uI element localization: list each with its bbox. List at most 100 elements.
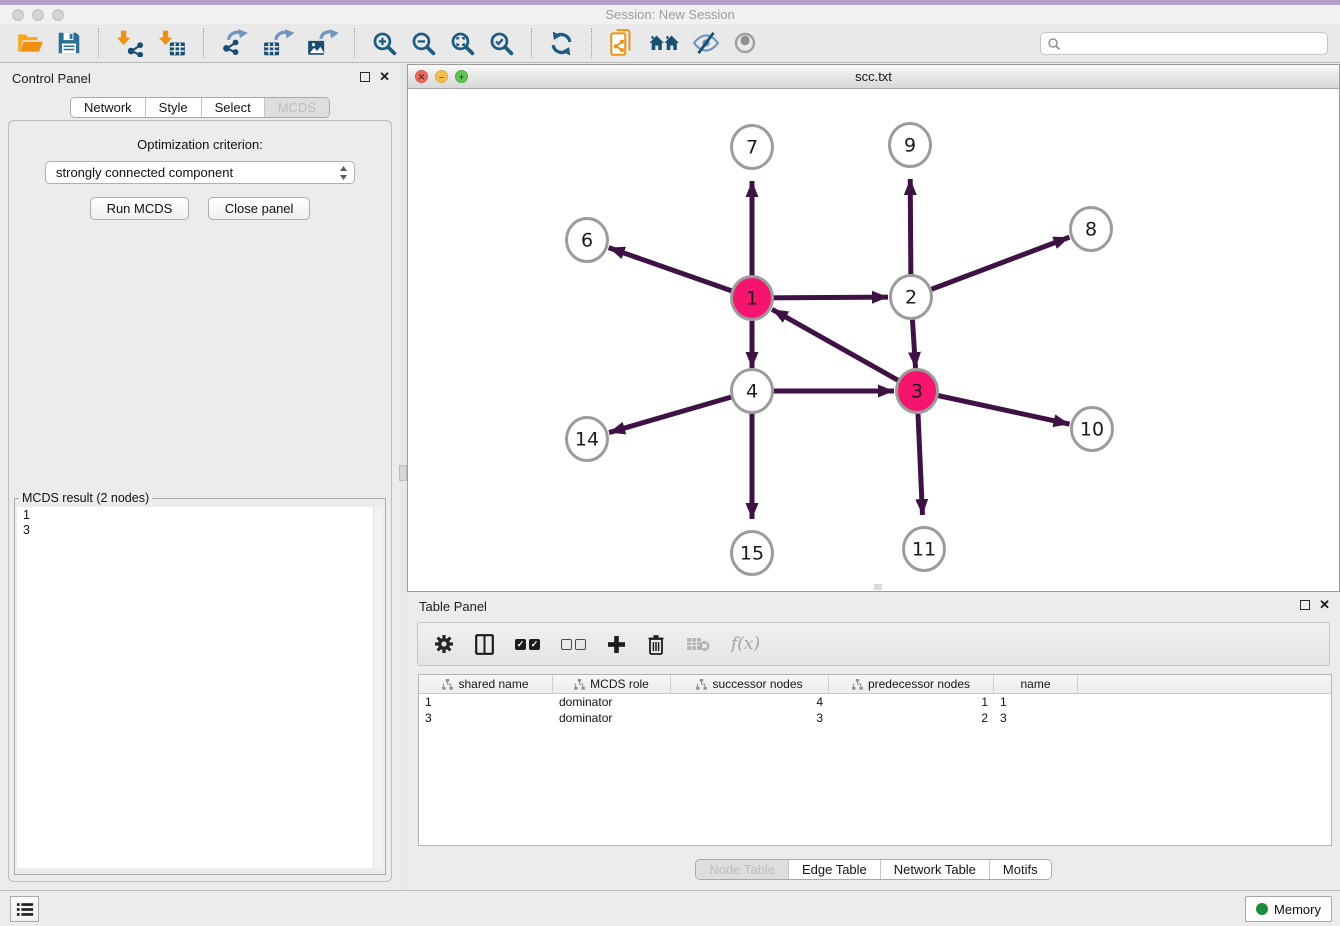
column-header-name[interactable]: name — [994, 675, 1078, 693]
delete-table-button[interactable] — [686, 636, 710, 652]
tab-edge-table[interactable]: Edge Table — [788, 860, 880, 879]
graph-node-9[interactable]: 9 — [890, 124, 931, 167]
search-input[interactable] — [1061, 35, 1327, 53]
cell-predecessor-nodes[interactable]: 1 — [829, 694, 994, 710]
hide-selected-button[interactable] — [686, 26, 726, 60]
graph-node-14[interactable]: 14 — [567, 418, 608, 461]
zoom-in-button[interactable] — [365, 26, 404, 60]
show-all-networks-button[interactable] — [642, 26, 686, 60]
cell-successor-nodes[interactable]: 4 — [671, 694, 829, 710]
graph-node-label: 3 — [911, 381, 923, 403]
delete-column-button[interactable] — [647, 634, 665, 655]
tab-network-table[interactable]: Network Table — [880, 860, 989, 879]
zoom-in-icon — [371, 30, 398, 57]
toolbar-separator — [203, 28, 204, 58]
table-row[interactable]: 3 dominator 3 2 3 — [419, 710, 1331, 726]
column-header-shared-name[interactable]: shared name — [419, 675, 553, 693]
column-header-mcds-role[interactable]: MCDS role — [553, 675, 671, 693]
export-table-button[interactable] — [256, 26, 300, 60]
float-panel-icon[interactable] — [360, 72, 370, 82]
cell-mcds-role[interactable]: dominator — [553, 710, 671, 726]
cell-shared-name[interactable]: 3 — [419, 710, 553, 726]
table-settings-button[interactable] — [434, 634, 454, 654]
table-row[interactable]: 1 dominator 4 1 1 — [419, 694, 1331, 710]
columns-icon — [475, 634, 494, 655]
column-layout-button[interactable] — [475, 634, 494, 655]
open-session-button[interactable] — [10, 26, 50, 60]
tab-network[interactable]: Network — [71, 98, 145, 117]
tab-mcds[interactable]: MCDS — [264, 98, 329, 117]
apply-preferred-layout-button[interactable] — [542, 26, 581, 60]
graph-edge-3-1[interactable] — [772, 309, 917, 391]
graph-edge-2-8[interactable] — [911, 237, 1069, 297]
close-panel-icon[interactable]: ✕ — [379, 71, 390, 83]
graph-edge-3-10[interactable] — [917, 391, 1070, 424]
graph-node-8[interactable]: 8 — [1071, 208, 1112, 251]
export-image-button[interactable] — [300, 26, 344, 60]
show-panels-button[interactable] — [10, 896, 39, 922]
tab-node-table[interactable]: Node Table — [696, 860, 788, 879]
dropdown-stepper-icon — [339, 165, 348, 181]
tab-select[interactable]: Select — [201, 98, 264, 117]
delete-table-icon — [686, 636, 710, 652]
show-hidden-button[interactable] — [726, 26, 764, 60]
cell-predecessor-nodes[interactable]: 2 — [829, 710, 994, 726]
import-network-button[interactable] — [109, 26, 151, 60]
graph-node-label: 9 — [904, 135, 916, 157]
unchecked-box-icon — [575, 639, 586, 650]
add-column-button[interactable] — [607, 635, 626, 654]
import-network-icon — [115, 29, 145, 57]
graph-node-3[interactable]: 3 — [897, 370, 938, 413]
zoom-out-button[interactable] — [404, 26, 443, 60]
cell-name[interactable]: 3 — [994, 710, 1078, 726]
close-panel-button[interactable]: Close panel — [208, 197, 311, 220]
graph-node-7[interactable]: 7 — [732, 126, 773, 169]
select-all-columns-button[interactable]: ✓ ✓ — [515, 639, 540, 650]
network-canvas[interactable]: 1 2 3 4 6 7 8 9 10 11 14 15 — [408, 89, 1339, 591]
search-icon — [1047, 37, 1061, 51]
column-header-successor-nodes[interactable]: successor nodes — [671, 675, 829, 693]
run-mcds-button[interactable]: Run MCDS — [90, 197, 190, 220]
export-network-button[interactable] — [214, 26, 256, 60]
table-panel-title: Table Panel — [419, 599, 487, 614]
deselect-all-columns-button[interactable] — [561, 639, 586, 650]
graph-node-11[interactable]: 11 — [904, 528, 945, 571]
cell-shared-name[interactable]: 1 — [419, 694, 553, 710]
column-label: successor nodes — [712, 677, 802, 691]
graph-node-label: 6 — [581, 230, 593, 252]
graph-node-1[interactable]: 1 — [732, 277, 773, 320]
graph-node-10[interactable]: 10 — [1072, 408, 1113, 451]
search-field[interactable] — [1040, 32, 1328, 55]
tab-motifs[interactable]: Motifs — [989, 860, 1051, 879]
mcds-result-list[interactable]: 1 3 — [17, 507, 383, 868]
cell-successor-nodes[interactable]: 3 — [671, 710, 829, 726]
panel-splitter[interactable] — [400, 64, 407, 890]
graph-edge-4-14[interactable] — [609, 391, 752, 433]
zoom-selected-button[interactable] — [482, 26, 521, 60]
mcds-result-scrollbar[interactable] — [373, 507, 383, 868]
tab-style[interactable]: Style — [145, 98, 201, 117]
graph-node-2[interactable]: 2 — [891, 276, 932, 319]
criterion-dropdown[interactable]: strongly connected component — [45, 161, 355, 184]
function-builder-button[interactable]: f(x) — [731, 634, 760, 654]
column-label: MCDS role — [590, 677, 649, 691]
close-table-panel-icon[interactable]: ✕ — [1319, 599, 1330, 611]
zoom-fit-button[interactable] — [443, 26, 482, 60]
graph-edge-1-6[interactable] — [609, 248, 752, 298]
canvas-scroll-thumb[interactable] — [874, 584, 882, 590]
cell-name[interactable]: 1 — [994, 694, 1078, 710]
clone-network-button[interactable] — [602, 26, 642, 60]
node-table: shared name MCDS role successor nodes pr… — [418, 674, 1332, 846]
save-session-button[interactable] — [50, 26, 88, 60]
float-table-panel-icon[interactable] — [1300, 600, 1310, 610]
splitter-handle[interactable] — [399, 465, 407, 481]
cell-mcds-role[interactable]: dominator — [553, 694, 671, 710]
memory-button[interactable]: Memory — [1245, 896, 1332, 922]
import-table-button[interactable] — [151, 26, 193, 60]
column-header-predecessor-nodes[interactable]: predecessor nodes — [829, 675, 994, 693]
column-label: predecessor nodes — [868, 677, 970, 691]
graph-node-4[interactable]: 4 — [732, 370, 773, 413]
graph-node-6[interactable]: 6 — [567, 219, 608, 262]
network-window-titlebar[interactable]: ✕ – + scc.txt — [408, 65, 1339, 89]
graph-node-15[interactable]: 15 — [732, 532, 773, 575]
